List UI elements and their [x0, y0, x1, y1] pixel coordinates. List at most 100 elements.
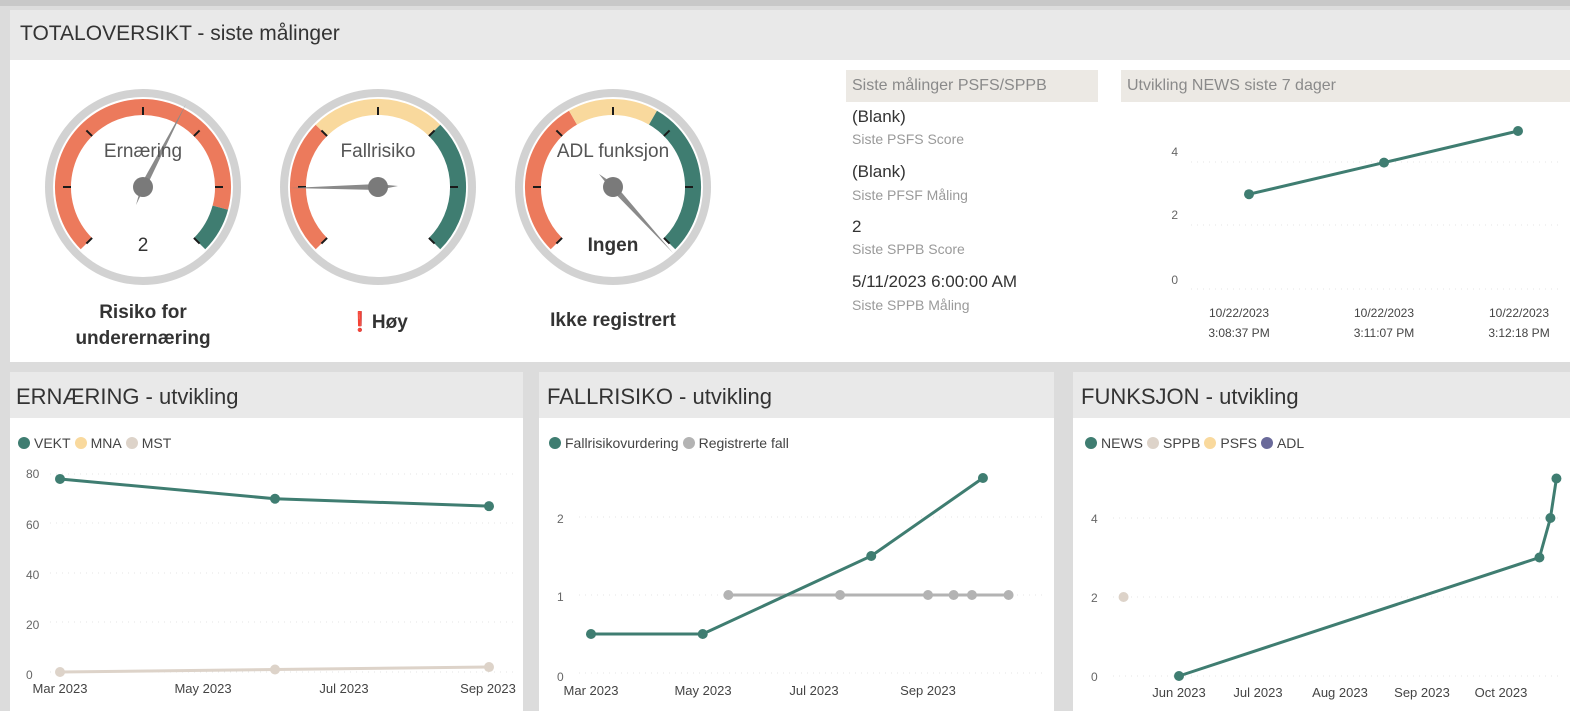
x-tick-label: 3:12:18 PM	[1488, 326, 1549, 340]
legend-label: MNA	[90, 435, 122, 451]
psfs-date-value: (Blank)	[852, 162, 906, 181]
psfs-date-label: Siste PFSF Måling	[852, 187, 968, 203]
gauge-status: Høy	[371, 312, 408, 333]
fall-assessment-series-point[interactable]	[866, 551, 877, 561]
mst-series-point[interactable]	[55, 667, 65, 677]
y-tick-label: 40	[26, 568, 40, 582]
falls-series-point[interactable]	[835, 590, 846, 600]
gauge-value: Ingen	[587, 235, 639, 256]
y-tick-label: 60	[26, 518, 40, 532]
falls-series-point[interactable]	[966, 590, 977, 600]
nutrition-legend: VEKT MNA MST	[18, 435, 171, 451]
legend-swatch	[1085, 437, 1097, 449]
x-tick-label: Jul 2023	[1233, 685, 1282, 700]
y-tick-label: 4	[1091, 512, 1098, 526]
sppb-score-label: Siste SPPB Score	[852, 241, 965, 257]
legend-swatch	[549, 437, 561, 449]
sppb-date-label: Siste SPPB Måling	[852, 297, 970, 313]
news-series-point[interactable]	[1545, 513, 1556, 523]
nutrition-title: ERNÆRING - utvikling	[16, 384, 239, 409]
news-series-line	[1178, 478, 1558, 678]
legend-label: VEKT	[34, 435, 71, 451]
top-strip	[0, 0, 1570, 6]
gauge-status: Ikke registrert	[550, 310, 676, 331]
news-series-point[interactable]	[1551, 473, 1562, 484]
y-tick-label: 20	[26, 618, 40, 632]
y-tick-label: 0	[26, 668, 33, 682]
x-tick-label: 10/22/2023	[1209, 306, 1269, 320]
legend-swatch	[682, 437, 695, 449]
gauge-status-row: ❗Høy	[273, 310, 483, 334]
news-series-point[interactable]	[1174, 671, 1184, 681]
fall-risk-title: FALLRISIKO - utvikling	[547, 384, 772, 409]
exclamation-icon: ❗	[348, 312, 372, 333]
news7-title: Utvikling NEWS siste 7 dager	[1121, 70, 1570, 102]
y-tick-label: 0	[1091, 670, 1098, 684]
weight-series-point[interactable]	[270, 493, 280, 504]
function-header: FUNKSJON - utvikling	[1073, 372, 1570, 418]
news7-chart: 0 2 4 10/22/2023 3:08:37 PM 10/22/2023 3…	[1171, 126, 1561, 340]
falls-series-point[interactable]	[1003, 590, 1014, 600]
y-tick-label: 0	[557, 670, 564, 684]
fall-assessment-series-point[interactable]	[697, 629, 708, 639]
fall-assessment-series-line	[591, 476, 984, 636]
legend-swatch	[1204, 437, 1217, 449]
adl-gauge	[515, 89, 711, 285]
x-tick-label: Aug 2023	[1312, 685, 1368, 700]
fall-assessment-series-point[interactable]	[586, 629, 596, 639]
psfs-score-value: (Blank)	[852, 107, 906, 126]
x-tick-label: Sep 2023	[460, 681, 516, 696]
y-tick-label: 2	[557, 512, 564, 526]
fall-assessment-series-point[interactable]	[977, 473, 988, 483]
gauge-label: Fallrisiko	[340, 141, 416, 162]
mst-series-point[interactable]	[484, 662, 494, 673]
measurements-title: Siste målinger PSFS/SPPB	[846, 70, 1098, 102]
function-title: FUNKSJON - utvikling	[1081, 384, 1299, 409]
falls-series-point[interactable]	[923, 590, 933, 600]
falls-series-point[interactable]	[948, 590, 959, 600]
x-tick-label: Mar 2023	[33, 681, 88, 696]
psfs-score-label: Siste PSFS Score	[852, 131, 965, 147]
weight-series-point[interactable]	[55, 473, 65, 484]
nutrition-panel: ERNÆRING - utvikling VEKT MNA MST 0 20 4…	[10, 372, 523, 711]
legend-label: ADL	[1276, 435, 1305, 451]
fall-risk-header: FALLRISIKO - utvikling	[539, 372, 1054, 418]
sppb-score-value: 2	[852, 217, 862, 236]
x-tick-label: Jun 2023	[1152, 685, 1206, 700]
legend-swatch	[125, 437, 138, 449]
x-tick-label: 10/22/2023	[1354, 306, 1414, 320]
fall-risk-chart: 0 1 2 Mar 2023 May 2023 Jul 2023 Sep 202…	[557, 473, 1044, 698]
y-tick-label: 1	[557, 590, 564, 604]
function-panel: FUNKSJON - utvikling NEWS SPPB PSFS ADL …	[1073, 372, 1570, 711]
gauge-label: ADL funksjon	[556, 141, 670, 162]
fall-risk-gauge	[280, 89, 476, 285]
mst-series-point[interactable]	[270, 664, 280, 675]
nutrition-gauge	[45, 89, 241, 285]
legend-swatch	[18, 437, 30, 449]
legend-label: PSFS	[1220, 435, 1257, 451]
y-tick-label: 0	[1171, 273, 1178, 287]
x-tick-label: May 2023	[174, 681, 231, 696]
x-tick-label: May 2023	[674, 683, 731, 698]
overview-panel: TOTALOVERSIKT - siste målinger Ernæring …	[10, 10, 1570, 362]
x-tick-label: Sep 2023	[900, 683, 956, 698]
legend-label: MST	[141, 435, 172, 451]
legend-label: NEWS	[1101, 435, 1143, 451]
legend-swatch	[1260, 437, 1273, 449]
function-legend: NEWS SPPB PSFS ADL	[1085, 435, 1304, 451]
overview-header: TOTALOVERSIKT - siste målinger	[10, 10, 1570, 60]
x-tick-label: 10/22/2023	[1489, 306, 1549, 320]
weight-series-point[interactable]	[484, 501, 494, 512]
sppb-series-point[interactable]	[1118, 592, 1129, 602]
news7-series-point[interactable]	[1513, 126, 1523, 136]
x-tick-label: Jul 2023	[789, 683, 838, 698]
news7-series-point[interactable]	[1244, 189, 1254, 200]
news-series-point[interactable]	[1534, 552, 1545, 563]
news7-series-point[interactable]	[1379, 157, 1389, 168]
falls-series-point[interactable]	[723, 590, 734, 600]
legend-label: Registrerte fall	[698, 435, 789, 451]
legend-label: SPPB	[1163, 435, 1201, 451]
legend-swatch	[1147, 437, 1159, 449]
x-tick-label: Mar 2023	[564, 683, 619, 698]
x-tick-label: Oct 2023	[1475, 685, 1528, 700]
